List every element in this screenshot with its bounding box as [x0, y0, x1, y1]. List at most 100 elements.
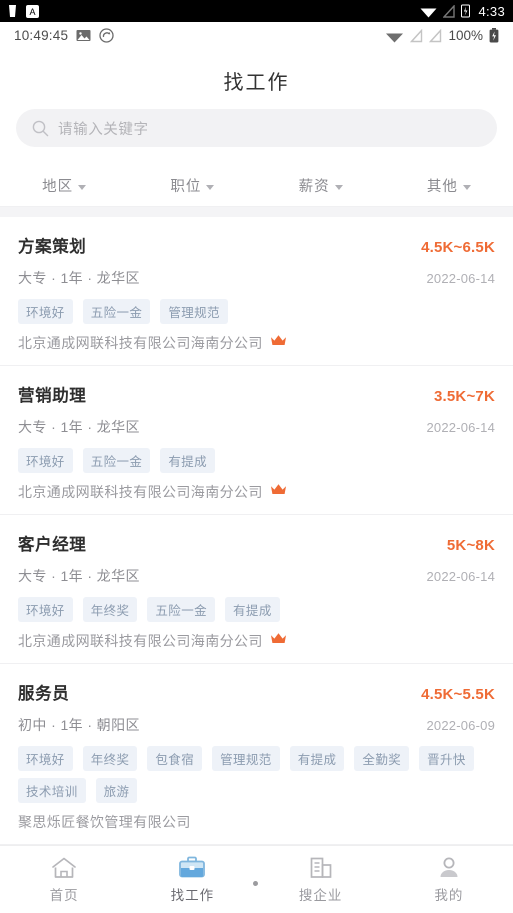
search-placeholder: 请输入关键字 [58, 121, 149, 138]
job-tag: 晋升快 [419, 746, 474, 771]
job-date: 2022-06-14 [426, 569, 495, 584]
bookmark-icon [9, 5, 16, 17]
filter-salary[interactable]: 薪资 [257, 175, 385, 196]
job-meta-row: 大专 · 1年 · 龙华区 2022-06-14 [18, 268, 495, 288]
job-card[interactable]: 客户经理 5K~8K 大专 · 1年 · 龙华区 2022-06-14 环境好 年终奖 五险… [0, 515, 513, 664]
filter-position-label: 职位 [170, 179, 202, 195]
job-tag: 管理规范 [160, 299, 228, 324]
job-tag: 五险一金 [82, 448, 151, 473]
image-icon [76, 30, 91, 41]
home-icon [52, 857, 76, 878]
search-icon [32, 120, 49, 136]
job-meta-row: 大专 · 1年 · 龙华区 2022-06-14 [18, 417, 495, 437]
tab-mine-label: 我的 [434, 887, 464, 903]
job-salary: 4.5K~6.5K [421, 239, 495, 256]
nav-indicator-dot [253, 881, 258, 886]
battery-percent: 100% [448, 28, 483, 43]
job-card[interactable]: 服务员 4.5K~5.5K 初中 · 1年 · 朝阳区 2022-06-09 环境好 年终… [0, 664, 513, 845]
job-tag-list: 环境好 年终奖 五险一金 有提成 [18, 597, 495, 622]
filter-other-label: 其他 [426, 179, 458, 195]
list-top-gap [0, 207, 513, 217]
filter-other[interactable]: 其他 [385, 175, 513, 196]
app-status-right: 100% [385, 28, 499, 43]
job-company: 聚思烁匠餐饮管理有限公司 [18, 814, 191, 830]
app-root: A 4:33 10:49:45 100% 找工作 请输入关键字 地区 职位 薪资… [0, 0, 513, 913]
battery-icon [461, 4, 471, 18]
job-tag: 有提成 [225, 597, 280, 622]
building-icon [310, 857, 331, 878]
crown-icon [270, 334, 287, 352]
signal-icon-2 [429, 28, 442, 42]
crown-icon [270, 483, 287, 501]
wifi-icon [386, 33, 404, 42]
job-tag-list: 环境好 五险一金 有提成 [18, 448, 495, 473]
job-company: 北京通成网联科技有限公司海南分公司 [18, 633, 263, 649]
job-date: 2022-06-09 [426, 718, 495, 733]
job-salary: 3.5K~7K [433, 388, 495, 405]
job-salary: 4.5K~5.5K [421, 686, 495, 703]
search-input[interactable]: 请输入关键字 [16, 109, 497, 147]
crown-icon [270, 632, 287, 650]
chevron-down-icon [78, 184, 87, 190]
job-date: 2022-06-14 [426, 420, 495, 435]
filter-region-label: 地区 [42, 179, 74, 195]
system-status-bar: A 4:33 [0, 0, 513, 22]
job-tag: 五险一金 [82, 299, 151, 324]
chevron-down-icon [334, 184, 343, 190]
job-requirements: 初中 · 1年 · 朝阳区 [18, 717, 140, 733]
job-tag: 包食宿 [147, 746, 203, 771]
briefcase-icon [179, 856, 206, 877]
chevron-down-icon [206, 184, 215, 190]
job-tag: 环境好 [18, 597, 73, 622]
system-status-left: A [8, 4, 39, 18]
job-requirements: 大专 · 1年 · 龙华区 [18, 270, 140, 286]
job-company-row: 北京通成网联科技有限公司海南分公司 [18, 631, 495, 651]
job-tag-list: 环境好 年终奖 包食宿 管理规范 有提成 全勤奖 晋升快 技术培训 旅游 [18, 746, 495, 803]
job-card-header: 客户经理 5K~8K [18, 531, 495, 555]
app-status-bar: 10:49:45 100% [0, 22, 513, 49]
job-tag: 年终奖 [82, 597, 138, 622]
job-requirements: 大专 · 1年 · 龙华区 [18, 568, 140, 584]
job-list: 方案策划 4.5K~6.5K 大专 · 1年 · 龙华区 2022-06-14 环境好五… [0, 217, 513, 845]
tab-mine[interactable]: 我的 [385, 856, 513, 904]
job-tag: 五险一金 [147, 597, 216, 622]
filter-region[interactable]: 地区 [0, 175, 128, 196]
screenshot-icon [99, 28, 114, 43]
tab-find-job[interactable]: 找工作 [128, 856, 256, 904]
letter-a-icon: A [26, 4, 39, 18]
job-card[interactable]: 方案策划 4.5K~6.5K 大专 · 1年 · 龙华区 2022-06-14 环境好五… [0, 217, 513, 366]
job-title: 客户经理 [18, 536, 87, 554]
signal-icon-1 [410, 28, 423, 42]
system-clock: 4:33 [478, 3, 505, 19]
job-tag-list: 环境好 五险一金 管理规范 [18, 299, 495, 324]
job-tag: 全勤奖 [354, 746, 410, 771]
job-card-header: 方案策划 4.5K~6.5K [18, 233, 495, 257]
job-company: 北京通成网联科技有限公司海南分公司 [18, 335, 263, 351]
job-card[interactable]: 营销助理 3.5K~7K 大专 · 1年 · 龙华区 2022-06-14 环境好 五险一… [0, 366, 513, 515]
job-tag: 旅游 [95, 778, 138, 803]
job-salary: 5K~8K [446, 537, 495, 554]
job-tag: 管理规范 [212, 746, 280, 771]
filter-position[interactable]: 职位 [128, 175, 256, 196]
job-company: 北京通成网联科技有限公司海南分公司 [18, 484, 263, 500]
job-tag: 有提成 [289, 746, 345, 771]
wifi-icon [420, 8, 437, 17]
bottom-tab-bar: 首页 找工作 搜企业 我的 [0, 845, 513, 913]
job-company-row: 北京通成网联科技有限公司海南分公司 [18, 333, 495, 353]
tab-search-company-label: 搜企业 [298, 887, 343, 903]
job-date: 2022-06-14 [426, 271, 495, 286]
job-tag: 环境好 [18, 299, 73, 324]
page-title: 找工作 [223, 72, 290, 94]
tab-search-company[interactable]: 搜企业 [257, 856, 385, 904]
filter-bar: 地区 职位 薪资 其他 [0, 165, 513, 207]
job-tag: 环境好 [18, 448, 73, 473]
tab-home[interactable]: 首页 [0, 856, 128, 904]
job-title: 营销助理 [18, 387, 87, 405]
page-header: 找工作 请输入关键字 [0, 49, 513, 165]
job-card-header: 服务员 4.5K~5.5K [18, 680, 495, 704]
svg-text:A: A [29, 7, 35, 17]
job-meta-row: 初中 · 1年 · 朝阳区 2022-06-09 [18, 715, 495, 735]
person-icon [440, 857, 458, 877]
job-company-row: 北京通成网联科技有限公司海南分公司 [18, 482, 495, 502]
app-status-left: 10:49:45 [14, 28, 114, 43]
